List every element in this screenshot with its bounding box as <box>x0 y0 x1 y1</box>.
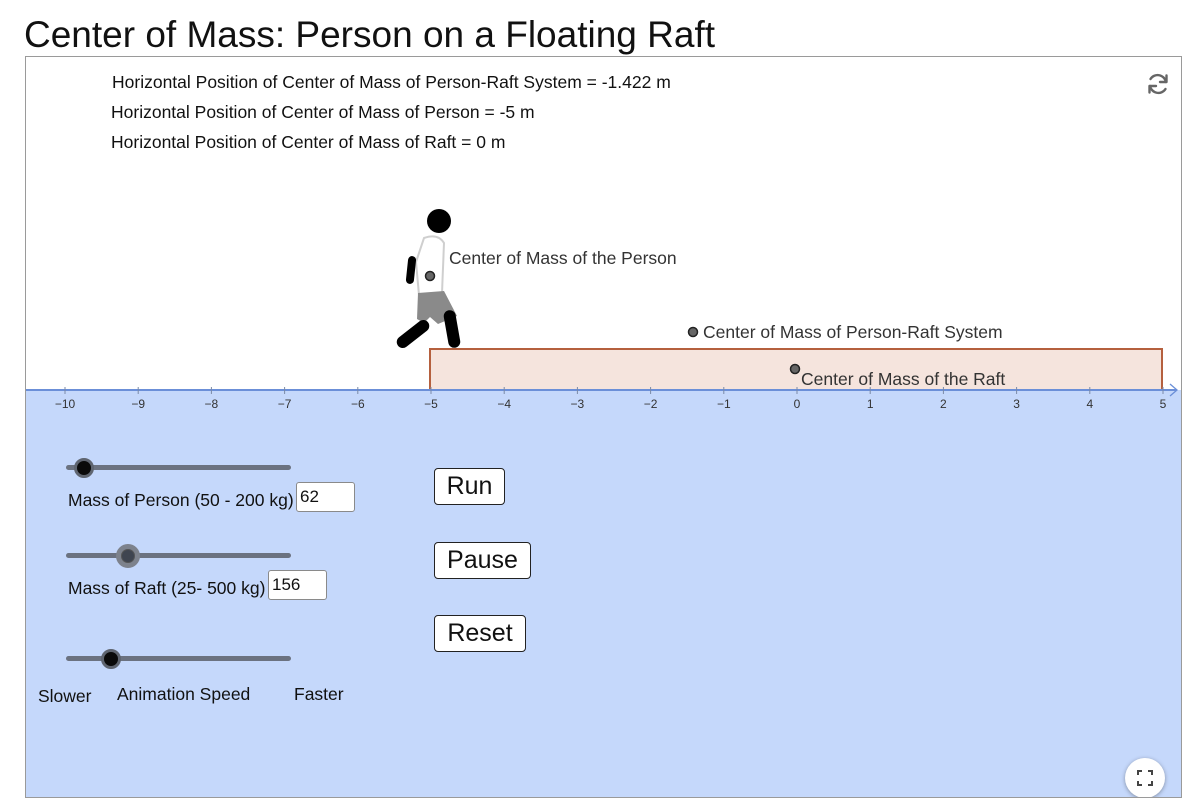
slower-label: Slower <box>38 686 92 706</box>
page-title: Center of Mass: Person on a Floating Raf… <box>24 14 716 55</box>
person-com-label: Center of Mass of the Person <box>449 248 677 268</box>
raft-mass-label: Mass of Raft (25- 500 kg) <box>68 578 266 598</box>
person-mass-slider[interactable] <box>66 457 291 479</box>
axis-tick-label: −1 <box>717 397 731 411</box>
axis-tick-label: 5 <box>1160 397 1167 411</box>
axis-tick-label: −6 <box>351 397 365 411</box>
slider-track <box>66 553 291 558</box>
animation-speed-slider[interactable] <box>66 648 291 670</box>
person-mass-label: Mass of Person (50 - 200 kg) <box>68 490 294 510</box>
raft-com-marker <box>789 363 801 375</box>
person-com-marker <box>424 270 436 282</box>
axis-tick-label: −10 <box>55 397 76 411</box>
faster-label: Faster <box>294 684 344 704</box>
axis-tick-label: 0 <box>794 397 801 411</box>
axis-tick-label: 2 <box>940 397 947 411</box>
person-figure <box>396 209 461 349</box>
slider-knob[interactable] <box>116 544 141 568</box>
refresh-icon[interactable] <box>1143 69 1173 99</box>
raft-mass-input[interactable]: 156 <box>268 570 327 600</box>
axis-tick-label: −2 <box>644 397 658 411</box>
fullscreen-button[interactable] <box>1125 758 1165 797</box>
raft-com-readout: Horizontal Position of Center of Mass of… <box>111 132 506 152</box>
person-com-readout: Horizontal Position of Center of Mass of… <box>111 102 535 122</box>
slider-knob[interactable] <box>101 649 121 669</box>
axis-tick-label: −9 <box>131 397 145 411</box>
axis-tick-label: 4 <box>1086 397 1093 411</box>
pause-button[interactable]: Pause <box>434 542 531 579</box>
raft-com-label: Center of Mass of the Raft <box>801 369 1005 389</box>
reset-button[interactable]: Reset <box>434 615 526 652</box>
system-com-label: Center of Mass of Person-Raft System <box>703 322 1003 342</box>
axis-tick-label: −4 <box>497 397 511 411</box>
slider-knob[interactable] <box>74 458 94 478</box>
run-button[interactable]: Run <box>434 468 505 505</box>
axis-tick-label: −8 <box>205 397 219 411</box>
geogebra-applet[interactable]: −10 −9 −8 −7 −6 −5 −4 −3 −2 −1 0 1 2 3 4 5 Center of Ma… <box>25 56 1182 798</box>
axis-tick-label: 1 <box>867 397 874 411</box>
axis-tick-label: 3 <box>1013 397 1020 411</box>
axis-tick-label: −7 <box>278 397 292 411</box>
slider-track <box>66 656 291 661</box>
slider-track <box>66 465 291 470</box>
animation-speed-label: Animation Speed <box>117 684 251 704</box>
axis-tick-label: −3 <box>571 397 585 411</box>
person-mass-input[interactable]: 62 <box>296 482 355 512</box>
axis-tick-label: −5 <box>424 397 438 411</box>
system-com-readout: Horizontal Position of Center of Mass of… <box>112 72 671 92</box>
fullscreen-icon <box>1137 770 1153 786</box>
system-com-marker <box>687 326 699 338</box>
raft-mass-slider[interactable] <box>66 544 291 568</box>
